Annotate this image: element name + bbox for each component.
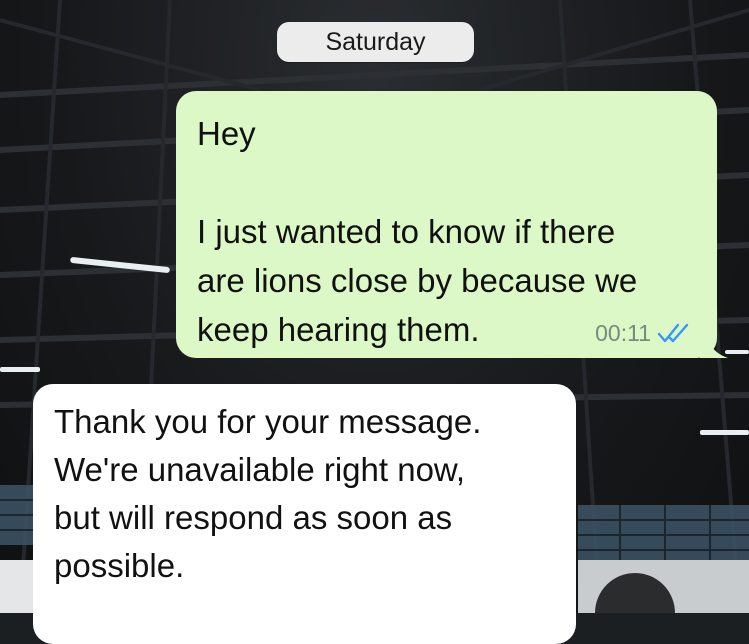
date-separator: Saturday [277,22,474,62]
message-text-line: Thank you for your message. [54,403,482,440]
message-text-line: possible. [54,547,185,584]
message-text-line: but will respond as soon as [54,499,453,536]
outgoing-message-bubble[interactable]: Hey I just wanted to know if there are l… [176,91,728,358]
bubble-tail [700,334,728,358]
message-text-line: are lions close by because we [197,262,638,299]
message-text-line: Hey [197,115,256,152]
message-meta: 00:11 [595,321,691,345]
message-text-line: I just wanted to know if there [197,213,616,250]
message-timestamp: 00:11 [595,319,651,346]
message-text-line: We're unavailable right now, [54,451,466,488]
double-check-icon [657,323,689,343]
incoming-message-bubble[interactable]: Thank you for your message. We're unavai… [33,384,576,644]
date-separator-label: Saturday [325,28,426,56]
